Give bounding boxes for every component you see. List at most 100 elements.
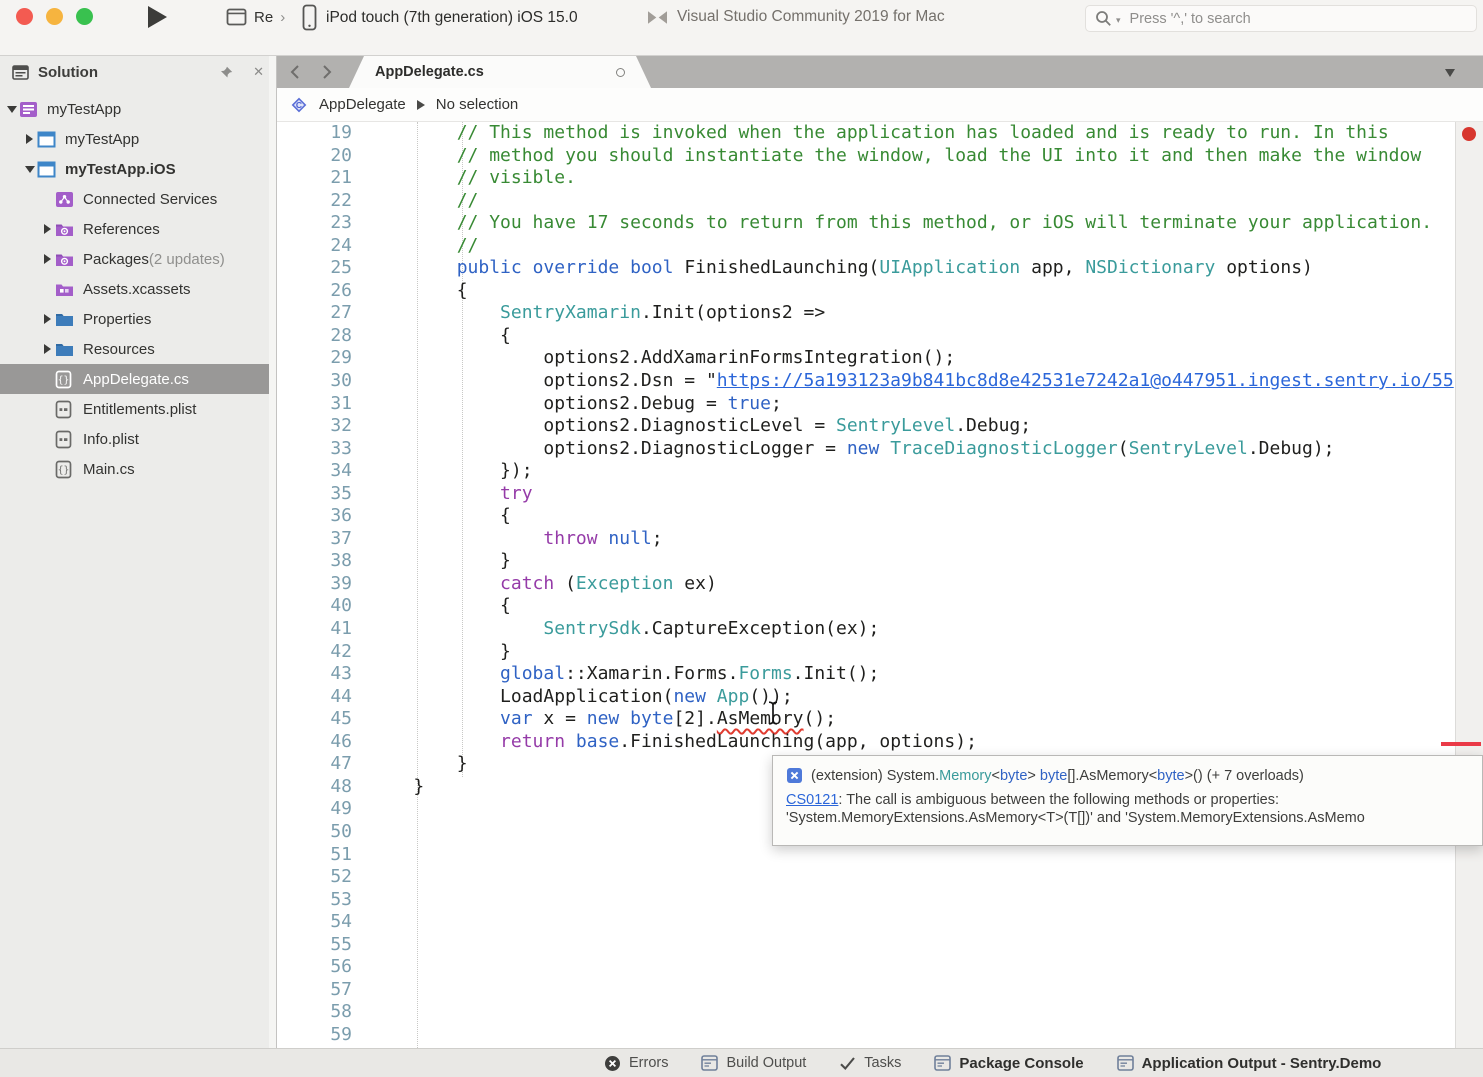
close-window-button[interactable]	[16, 8, 33, 25]
code-line[interactable]: 55	[277, 934, 1483, 957]
code-line[interactable]: 39 catch (Exception ex)	[277, 573, 1483, 596]
zoom-window-button[interactable]	[76, 8, 93, 25]
disclosure-closed-icon[interactable]	[40, 254, 55, 264]
minimize-window-button[interactable]	[46, 8, 63, 25]
status-item-errors[interactable]: Errors	[604, 1055, 668, 1072]
device-selector[interactable]: iPod touch (7th generation) iOS 15.0	[302, 4, 578, 31]
code-line[interactable]: 29 options2.AddXamarinFormsIntegration()…	[277, 347, 1483, 370]
sidebar-item-properties[interactable]: Properties	[0, 304, 269, 334]
configuration-selector[interactable]: Re ›	[226, 8, 285, 26]
code-line[interactable]: 21 // visible.	[277, 167, 1483, 190]
code-line[interactable]: 35 try	[277, 483, 1483, 506]
code-line[interactable]: 59	[277, 1024, 1483, 1047]
code-line[interactable]: 53	[277, 889, 1483, 912]
plist-icon	[55, 400, 75, 419]
disclosure-closed-icon[interactable]	[40, 344, 55, 354]
error-code-link[interactable]: CS0121	[786, 792, 838, 808]
code-line[interactable]: 34 });	[277, 460, 1483, 483]
code-line[interactable]: 38 }	[277, 550, 1483, 573]
pin-pad-icon[interactable]	[219, 65, 234, 80]
code-line[interactable]: 40 {	[277, 595, 1483, 618]
sidebar-item-references[interactable]: References	[0, 214, 269, 244]
navigate-back-icon[interactable]	[287, 63, 305, 81]
sidebar-item-packages[interactable]: Packages (2 updates)	[0, 244, 269, 274]
close-pad-icon[interactable]: ✕	[253, 64, 264, 80]
sidebar-item-label: Assets.xcassets	[83, 281, 191, 298]
disclosure-open-icon[interactable]	[22, 166, 37, 173]
breadcrumb-selection[interactable]: No selection	[436, 96, 519, 113]
code-line-content: }	[370, 776, 424, 799]
global-search-field[interactable]: ▾ Press '^,' to search	[1085, 5, 1477, 32]
code-line-content: catch (Exception ex)	[370, 573, 717, 596]
sidebar-item-label: Info.plist	[83, 431, 139, 448]
run-button[interactable]	[148, 6, 167, 28]
configuration-label: Re	[254, 9, 273, 26]
editor-scrollbar[interactable]	[1455, 122, 1483, 1048]
code-line[interactable]: 51	[277, 844, 1483, 867]
sidebar-item-assets-xcassets[interactable]: Assets.xcassets	[0, 274, 269, 304]
line-number: 46	[277, 731, 352, 754]
code-line[interactable]: 31 options2.Debug = true;	[277, 393, 1483, 416]
sidebar-item-entitlements-plist[interactable]: Entitlements.plist	[0, 394, 269, 424]
code-line[interactable]: 20 // method you should instantiate the …	[277, 145, 1483, 168]
breadcrumb-class[interactable]: AppDelegate	[319, 96, 406, 113]
code-line[interactable]: 33 options2.DiagnosticLogger = new Trace…	[277, 438, 1483, 461]
sidebar-item-mytestapp[interactable]: myTestApp	[0, 94, 269, 124]
code-line[interactable]: 32 options2.DiagnosticLevel = SentryLeve…	[277, 415, 1483, 438]
code-line[interactable]: 19 // This method is invoked when the ap…	[277, 122, 1483, 145]
code-line[interactable]: 54	[277, 911, 1483, 934]
disclosure-closed-icon[interactable]	[40, 224, 55, 234]
code-line-content: throw null;	[370, 528, 663, 551]
code-editor[interactable]: 19 // This method is invoked when the ap…	[277, 122, 1483, 1048]
code-line[interactable]: 30 options2.Dsn = "https://5a193123a9b84…	[277, 370, 1483, 393]
code-line[interactable]: 26 {	[277, 280, 1483, 303]
sidebar-item-mytestapp-ios[interactable]: myTestApp.iOS	[0, 154, 269, 184]
code-line-content: //	[370, 190, 478, 213]
code-line[interactable]: 24 //	[277, 235, 1483, 258]
sidebar-item-resources[interactable]: Resources	[0, 334, 269, 364]
project-icon	[37, 131, 57, 148]
status-item-label: Application Output - Sentry.Demo	[1142, 1055, 1382, 1072]
code-lines[interactable]: 19 // This method is invoked when the ap…	[277, 122, 1483, 1046]
code-line[interactable]: 58	[277, 1001, 1483, 1024]
code-line[interactable]: 46 return base.FinishedLaunching(app, op…	[277, 731, 1483, 754]
sidebar-item-connected-services[interactable]: Connected Services	[0, 184, 269, 214]
status-item-tasks[interactable]: Tasks	[839, 1055, 901, 1071]
code-line[interactable]: 52	[277, 866, 1483, 889]
code-line[interactable]: 22 //	[277, 190, 1483, 213]
code-line[interactable]: 23 // You have 17 seconds to return from…	[277, 212, 1483, 235]
disclosure-closed-icon[interactable]	[22, 134, 37, 144]
code-line[interactable]: 37 throw null;	[277, 528, 1483, 551]
code-line[interactable]: 27 SentryXamarin.Init(options2 =>	[277, 302, 1483, 325]
tab-list-dropdown-icon[interactable]	[1445, 69, 1455, 77]
navigate-forward-icon[interactable]	[317, 63, 335, 81]
disclosure-open-icon[interactable]	[4, 106, 19, 113]
code-line[interactable]: 45 var x = new byte[2].AsMemory();	[277, 708, 1483, 731]
code-line[interactable]: 57	[277, 979, 1483, 1002]
code-line[interactable]: 56	[277, 956, 1483, 979]
code-line[interactable]: 41 SentrySdk.CaptureException(ex);	[277, 618, 1483, 641]
code-line[interactable]: 36 {	[277, 505, 1483, 528]
status-item-application-output-sentry-demo[interactable]: Application Output - Sentry.Demo	[1117, 1055, 1382, 1072]
code-line[interactable]: 42 }	[277, 641, 1483, 664]
status-item-label: Tasks	[864, 1055, 901, 1071]
code-line[interactable]: 44 LoadApplication(new App());	[277, 686, 1483, 709]
code-line[interactable]: 25 public override bool FinishedLaunchin…	[277, 257, 1483, 280]
status-item-build-output[interactable]: Build Output	[701, 1055, 806, 1071]
svg-text:{}: {}	[58, 465, 69, 476]
sidebar-item-main-cs[interactable]: {}Main.cs	[0, 454, 269, 484]
line-number: 44	[277, 686, 352, 709]
tab-appdelegate[interactable]: AppDelegate.cs	[349, 56, 651, 88]
code-line[interactable]: 28 {	[277, 325, 1483, 348]
code-line-content: });	[370, 460, 533, 483]
code-line[interactable]: 43 global::Xamarin.Forms.Forms.Init();	[277, 663, 1483, 686]
disclosure-closed-icon[interactable]	[40, 314, 55, 324]
vs-mac-window: Re › iPod touch (7th generation) iOS 15.…	[0, 0, 1483, 1077]
line-number: 45	[277, 708, 352, 731]
sidebar-item-mytestapp[interactable]: myTestApp	[0, 124, 269, 154]
sidebar-item-label: myTestApp.iOS	[65, 161, 176, 178]
sidebar-item-appdelegate-cs[interactable]: {}AppDelegate.cs	[0, 364, 269, 394]
status-item-package-console[interactable]: Package Console	[934, 1055, 1083, 1072]
breadcrumb: C AppDelegate No selection	[277, 88, 1483, 122]
sidebar-item-info-plist[interactable]: Info.plist	[0, 424, 269, 454]
